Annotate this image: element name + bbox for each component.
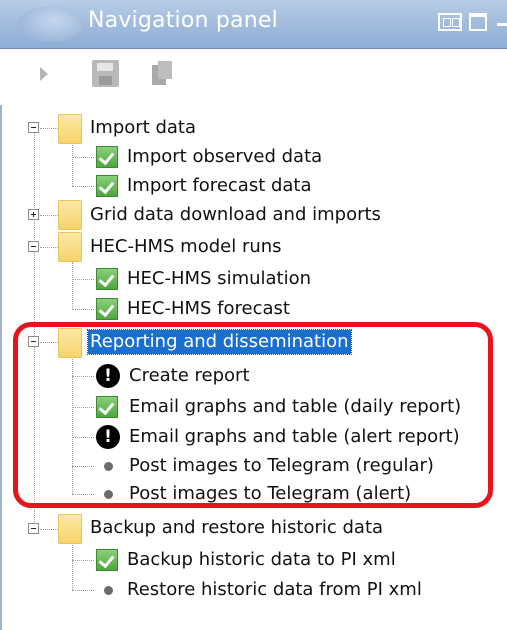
check-icon [96,146,118,168]
tree-connector [72,309,94,310]
tree-connector [40,215,58,216]
folder-icon [58,514,82,544]
toolbar [0,49,507,105]
folder-icon [58,232,82,262]
check-icon [96,549,118,571]
tree-connector [40,529,58,530]
collapse-icon[interactable] [28,241,39,252]
collapse-icon[interactable] [28,523,39,534]
tree-item-import-observed-data[interactable]: Import observed data [127,145,322,169]
highlight-box [13,322,493,508]
tree-connector [40,247,58,248]
minimize-button[interactable] [495,13,507,31]
save-all-icon[interactable] [152,61,172,87]
tree-connector [72,590,94,591]
tree-group-grid-data[interactable]: Grid data download and imports [90,203,381,227]
play-icon[interactable] [40,67,48,81]
tree-group-import-data[interactable]: Import data [90,116,196,140]
tree-branch-line [72,262,73,310]
tree-item-hec-hms-forecast[interactable]: HEC-HMS forecast [127,297,290,321]
tree-item-hec-hms-simulation[interactable]: HEC-HMS simulation [127,267,311,291]
window-title: Navigation panel [88,8,278,33]
title-bar: Navigation panel [0,0,507,49]
tree-connector [72,186,94,187]
expand-icon[interactable] [28,209,39,220]
tree-group-backup-and-restore[interactable]: Backup and restore historic data [90,516,383,540]
folder-icon [58,114,82,144]
tree-item-restore-historic-data[interactable]: Restore historic data from PI xml [127,578,422,602]
check-icon [96,268,118,290]
tree-branch-line [72,540,73,590]
collapse-icon[interactable] [28,122,39,133]
tree-connector [40,128,58,129]
tree-connector [72,157,94,158]
tree-connector [72,560,94,561]
check-icon [96,175,118,197]
folder-icon [58,200,82,230]
tree-item-backup-historic-data[interactable]: Backup historic data to PI xml [127,548,396,572]
save-icon[interactable] [92,60,119,87]
app-logo-icon [18,6,84,42]
maximize-button[interactable] [469,13,487,31]
tree-branch-line [72,142,73,186]
bullet-icon [104,586,113,595]
tree-item-import-forecast-data[interactable]: Import forecast data [127,174,312,198]
restore-button[interactable] [438,13,462,31]
tree-group-hec-hms-model-runs[interactable]: HEC-HMS model runs [90,235,282,259]
tree-connector [72,279,94,280]
check-icon [96,298,118,320]
